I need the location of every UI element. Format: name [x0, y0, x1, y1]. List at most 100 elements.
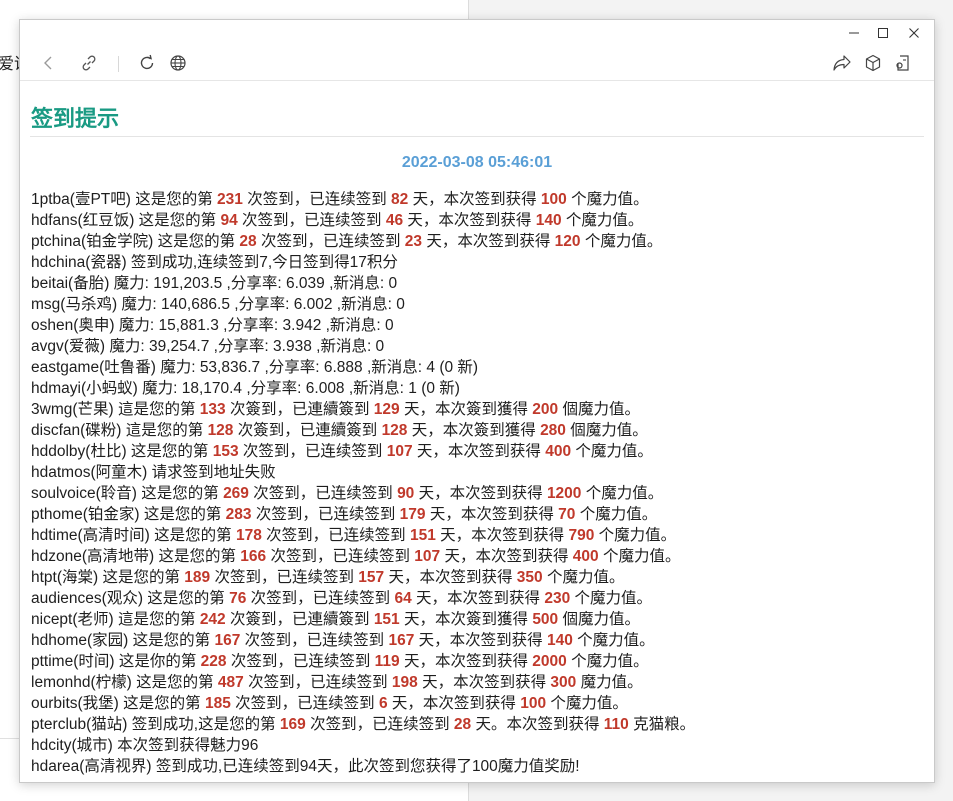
highlight-number: 487: [217, 674, 244, 691]
line-text: 次签到，已连续签到: [210, 569, 359, 586]
highlight-number: 129: [373, 401, 400, 418]
highlight-number: 46: [385, 212, 404, 229]
minimize-button[interactable]: [846, 26, 862, 42]
line-text: 个魔力值。: [571, 443, 653, 460]
line-text: beitai(备胎) 魔力: 191,203.5 ,分享率: 6.039 ,新消…: [31, 275, 398, 292]
line-text: 天，本次签到获得: [440, 548, 573, 565]
highlight-number: 140: [546, 632, 573, 649]
line-text: 个魔力值。: [575, 506, 658, 523]
line-text: 天，本次簽到獲得: [399, 611, 533, 628]
line-text: 次签到，已连续签到: [248, 485, 398, 502]
line-text: lemonhd(柠檬) 这是您的第: [31, 674, 218, 691]
highlight-number: 242: [199, 611, 226, 628]
highlight-number: 28: [239, 233, 257, 250]
highlight-number: 228: [200, 653, 227, 670]
line-text: 次签到，已连续签到: [230, 695, 379, 712]
highlight-number: 790: [568, 527, 595, 544]
highlight-number: 133: [199, 401, 226, 418]
highlight-number: 82: [391, 191, 409, 208]
extension-button[interactable]: [892, 51, 916, 75]
highlight-number: 120: [554, 233, 581, 250]
line-text: 天，本次签到获得: [422, 233, 555, 250]
line-text: 天，本次签到获得: [435, 527, 569, 544]
highlight-number: 6: [378, 695, 388, 712]
line-text: eastgame(吐鲁番) 魔力: 53,836.7 ,分享率: 6.888 ,…: [31, 359, 479, 376]
checkin-line: hdtime(高清时间) 这是您的第 178 次签到，已连续签到 151 天，本…: [31, 525, 924, 546]
highlight-number: 185: [204, 695, 231, 712]
checkin-line: oshen(奥申) 魔力: 15,881.3 ,分享率: 3.942 ,新消息:…: [31, 315, 924, 336]
highlight-number: 76: [229, 590, 247, 607]
line-text: 次签到，已连续签到: [305, 716, 454, 733]
maximize-button[interactable]: [875, 26, 891, 42]
line-text: 天，本次签到获得: [414, 632, 547, 649]
highlight-number: 100: [540, 191, 567, 208]
line-text: 个魔力值。: [542, 569, 625, 586]
line-text: 天，本次签到获得: [412, 443, 546, 460]
highlight-number: 167: [214, 632, 241, 649]
close-button[interactable]: [906, 26, 922, 42]
line-text: hdatmos(阿童木) 请求签到地址失败: [31, 464, 276, 481]
line-text: 1ptba(壹PT吧) 这是您的第: [31, 191, 218, 208]
checkin-line: hdchina(瓷器) 签到成功,连续签到7,今日签到得17积分: [31, 252, 924, 273]
line-text: 個魔力值。: [565, 422, 648, 439]
line-text: 天，本次签到获得: [387, 695, 521, 712]
line-text: htpt(海棠) 这是您的第: [31, 569, 185, 586]
highlight-number: 153: [212, 443, 239, 460]
highlight-number: 128: [207, 422, 234, 439]
cube-icon: [865, 54, 881, 72]
highlight-number: 151: [409, 527, 436, 544]
checkin-line: htpt(海棠) 这是您的第 189 次签到，已连续签到 157 天，本次签到获…: [31, 567, 924, 588]
reload-button[interactable]: [135, 51, 159, 75]
line-text: 个魔力值。: [581, 485, 664, 502]
line-text: pterclub(猫站) 签到成功,这是您的第: [31, 716, 280, 733]
link-icon: [82, 55, 96, 71]
share-icon: [833, 55, 851, 71]
highlight-number: 94: [220, 212, 238, 229]
line-text: hdcity(城市) 本次签到获得魅力96: [31, 737, 259, 754]
line-text: 次签到，已连续签到: [238, 443, 387, 460]
toolbar-separator: [118, 56, 119, 72]
checkin-line: msg(马杀鸡) 魔力: 140,686.5 ,分享率: 6.002 ,新消息:…: [31, 294, 924, 315]
line-text: 次簽到，已連續簽到: [225, 611, 374, 628]
cube-button[interactable]: [861, 51, 885, 75]
checkin-line: hdzone(高清地带) 这是您的第 166 次签到，已连续签到 107 天，本…: [31, 546, 924, 567]
highlight-number: 107: [414, 548, 441, 565]
line-text: 天，本次签到获得: [417, 674, 551, 691]
checkin-line: pterclub(猫站) 签到成功,这是您的第 169 次签到，已连续签到 28…: [31, 714, 924, 735]
open-in-browser-button[interactable]: [166, 51, 190, 75]
line-text: 天，本次签到获得: [425, 506, 559, 523]
checkin-line: hdmayi(小蚂蚁) 魔力: 18,170.4 ,分享率: 6.008 ,新消…: [31, 378, 924, 399]
close-icon: [909, 28, 919, 38]
browser-popup-window: 签到提示 2022-03-08 05:46:01 1ptba(壹PT吧) 这是您…: [19, 19, 935, 783]
share-button[interactable]: [830, 51, 854, 75]
highlight-number: 300: [550, 674, 577, 691]
timestamp: 2022-03-08 05:46:01: [401, 154, 553, 171]
highlight-number: 100: [520, 695, 547, 712]
line-text: 3wmg(芒果) 這是您的第: [31, 401, 200, 418]
line-text: 次签到，已连续签到: [256, 233, 405, 250]
page-title: 签到提示: [30, 104, 924, 137]
line-text: 个魔力值。: [570, 590, 653, 607]
line-text: 次签到，已连续签到: [243, 674, 392, 691]
line-text: 次签到，已连续签到: [251, 506, 400, 523]
line-text: 克猫粮。: [628, 716, 696, 733]
highlight-number: 151: [373, 611, 400, 628]
checkin-line: 3wmg(芒果) 這是您的第 133 次簽到，已連續簽到 129 天，本次簽到獲…: [31, 399, 924, 420]
line-text: 次簽到，已連續簽到: [225, 401, 374, 418]
back-button[interactable]: [37, 51, 61, 75]
line-text: ptchina(铂金学院) 这是您的第: [31, 233, 240, 250]
line-text: 天，本次签到获得: [414, 485, 547, 502]
line-text: 魔力值。: [576, 674, 643, 691]
checkin-line: hdatmos(阿童木) 请求签到地址失败: [31, 462, 924, 483]
line-text: 个魔力值。: [566, 191, 649, 208]
copy-link-button[interactable]: [77, 51, 101, 75]
reload-icon: [140, 54, 154, 70]
highlight-number: 110: [603, 716, 629, 733]
checkin-line: ptchina(铂金学院) 这是您的第 28 次签到，已连续签到 23 天，本次…: [31, 231, 924, 252]
checkin-line: pttime(时间) 这是你的第 228 次签到，已连续签到 119 天，本次签…: [31, 651, 924, 672]
checkin-line: nicept(老师) 這是您的第 242 次簽到，已連續簽到 151 天，本次簽…: [31, 609, 924, 630]
line-text: 次签到，已连续签到: [261, 527, 410, 544]
line-text: 次签到，已连续签到: [246, 590, 395, 607]
line-text: soulvoice(聆音) 这是您的第: [31, 485, 224, 502]
line-text: hdfans(红豆饭) 这是您的第: [31, 212, 221, 229]
